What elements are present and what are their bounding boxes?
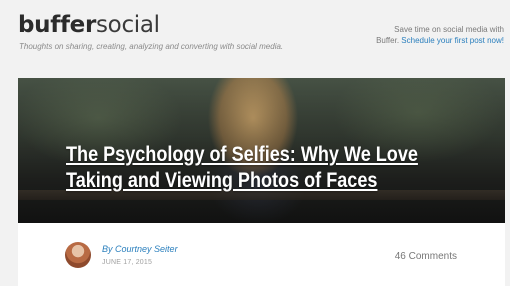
buffer-social-logo[interactable]: buffersocial [18,12,160,38]
comments-link[interactable]: 46 Comments [395,251,457,262]
promo-text: Save time on social media with Buffer. S… [314,24,504,46]
promo-line: Save time on social media with [394,25,504,34]
page: buffersocial Thoughts on sharing, creati… [0,0,510,286]
author-card: By Courtney Seiter JUNE 17, 2015 46 Comm… [18,223,505,286]
promo-prefix: Buffer. [376,36,400,45]
hero-banner[interactable]: The Psychology of Selfies: Why We Love T… [18,78,505,223]
article-title-link[interactable]: The Psychology of Selfies: Why We Love T… [66,142,462,194]
publish-date: JUNE 17, 2015 [102,259,153,266]
site-tagline: Thoughts on sharing, creating, analyzing… [19,42,284,51]
author-name-link[interactable]: Courtney Seiter [115,244,178,254]
logo-light-text: social [96,12,160,38]
byline-prefix: By [102,244,113,254]
logo-bold-text: buffer [18,12,96,38]
author-avatar[interactable] [65,242,91,268]
byline: By Courtney Seiter [102,244,178,254]
schedule-post-link[interactable]: Schedule your first post now! [401,36,504,45]
